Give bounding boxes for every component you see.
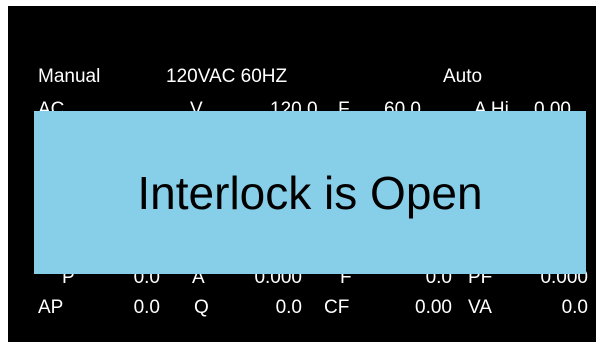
status-row: Manual 120VAC 60HZ Auto: [8, 63, 596, 91]
interlock-alert-message: Interlock is Open: [137, 166, 483, 219]
reactive-power-value: 0.0: [275, 297, 302, 318]
mode-right-label: Auto: [443, 66, 483, 87]
crest-factor-label: CF: [324, 297, 350, 318]
supply-label: 120VAC 60HZ: [166, 66, 288, 87]
va-label: VA: [468, 297, 492, 318]
va-value: 0.0: [561, 297, 588, 318]
apparent-power-value: 0.0: [133, 297, 160, 318]
crest-factor-value: 0.00: [415, 297, 452, 318]
reactive-power-label: Q: [194, 297, 209, 318]
meter-display: Manual 120VAC 60HZ Auto AC V 120.0 F 60.…: [8, 6, 596, 342]
interlock-alert-banner: Interlock is Open: [34, 111, 586, 274]
apparent-readings-row: AP 0.0 Q 0.0 CF 0.00 VA 0.0: [8, 294, 596, 322]
apparent-power-label: AP: [38, 297, 64, 318]
mode-left-label: Manual: [38, 66, 101, 87]
